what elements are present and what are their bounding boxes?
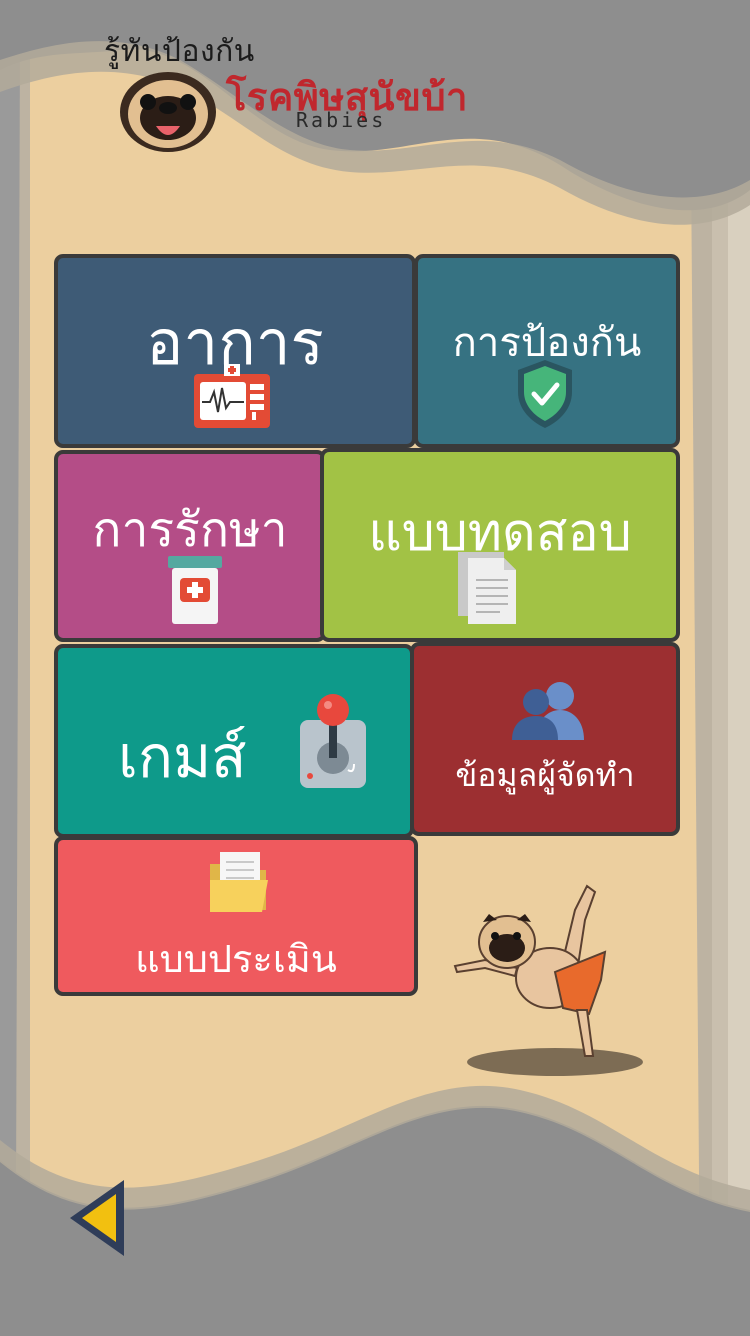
document-icon — [458, 552, 516, 624]
app-title-sub: Rabies — [296, 108, 387, 132]
menu-tile-evaluation[interactable]: แบบประเมิน — [54, 836, 418, 996]
joystick-icon — [300, 694, 366, 788]
pug-mascot-illustration — [453, 884, 643, 1076]
users-icon — [512, 682, 584, 740]
folder-icon — [210, 852, 268, 912]
medicine-jar-icon — [168, 556, 222, 624]
menu-label-credits: ข้อมูลผู้จัดทำ — [455, 756, 635, 794]
back-triangle-button[interactable] — [66, 1176, 128, 1260]
menu-tile-treatment[interactable]: การรักษา — [54, 450, 326, 642]
menu-tile-prevention[interactable]: การป้องกัน — [414, 254, 680, 448]
pug-logo-icon — [120, 72, 216, 152]
app-header: รู้ทันป้องกัน โรคพิษสุนัขบ้า Rabies — [0, 0, 750, 170]
medical-monitor-icon — [194, 364, 270, 428]
menu-tile-game[interactable]: เกมส์ — [54, 644, 414, 838]
menu-label-game: เกมส์ — [118, 723, 247, 791]
menu-tile-quiz[interactable]: แบบทดสอบ — [320, 448, 680, 642]
menu-tile-credits[interactable]: ข้อมูลผู้จัดทำ — [410, 642, 680, 836]
shield-check-icon — [518, 360, 572, 428]
menu-tile-symptom[interactable]: อาการ — [54, 254, 416, 448]
screen: รู้ทันป้องกัน โรคพิษสุนัขบ้า Rabies อากา… — [0, 0, 750, 1336]
menu-label-evaluation: แบบประเมิน — [135, 937, 337, 981]
